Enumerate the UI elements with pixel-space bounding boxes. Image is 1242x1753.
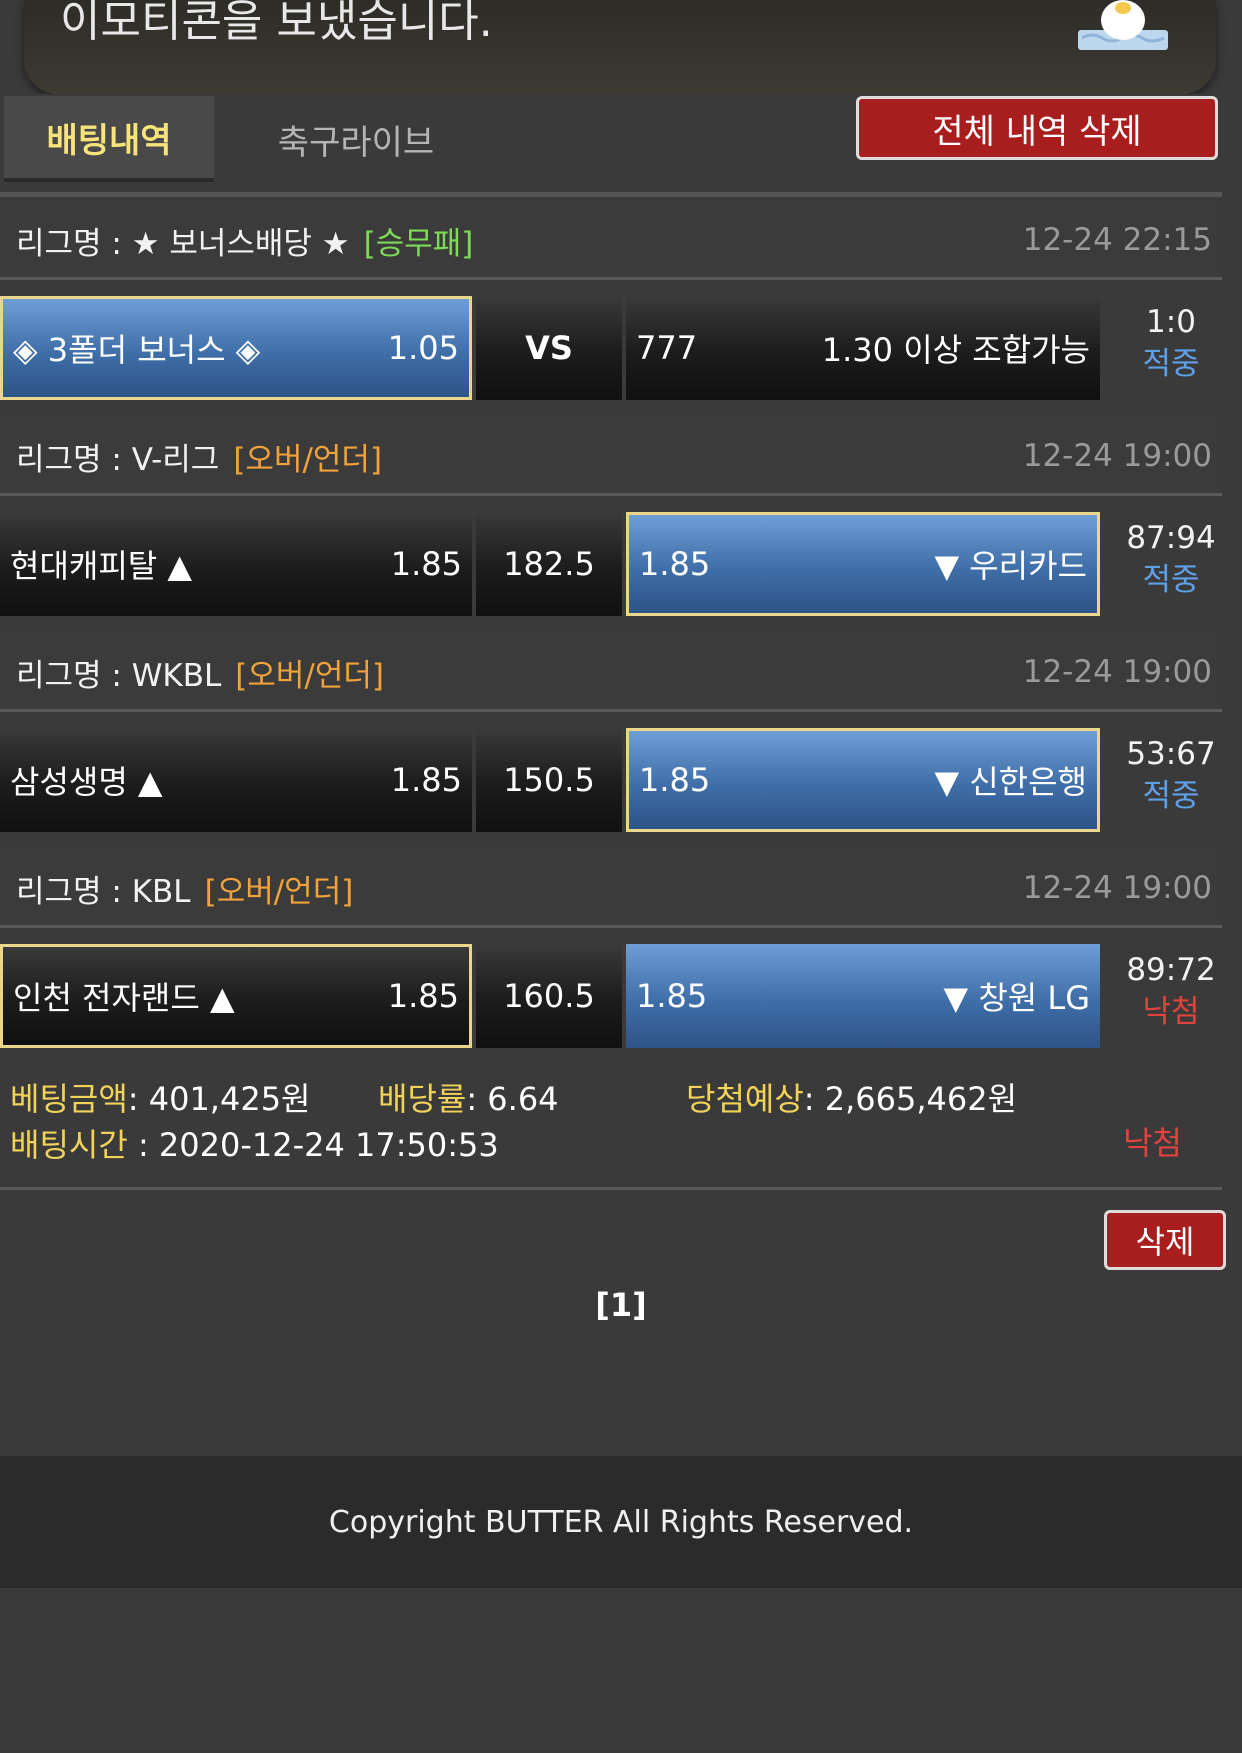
league-name: 리그명 : WKBL	[16, 657, 222, 694]
league-name: 리그명 : ★ 보너스배당 ★	[16, 225, 350, 262]
bet-result-status: 낙첨	[1123, 1124, 1182, 1162]
duck-sticker-icon	[1078, 0, 1168, 50]
bet-type-label: [오버/언더]	[233, 441, 383, 478]
match-time: 12-24 22:15	[1022, 222, 1212, 258]
home-selection[interactable]: ◈ 3폴더 보너스 ◈ 1.05	[0, 296, 472, 400]
home-odds: 1.05	[387, 329, 459, 367]
tab-soccer-live[interactable]: 축구라이브	[216, 96, 496, 182]
expected-win: 당첨예상: 2,665,462원	[686, 1074, 1017, 1120]
away-odds: 777	[636, 329, 698, 367]
home-odds: 1.85	[390, 761, 462, 799]
bet-time-label: 배팅시간	[10, 1126, 128, 1164]
expected-win-value: : 2,665,462원	[803, 1080, 1018, 1118]
match-row: 삼성생명 ▲ 1.85 150.5 1.85 ▼ 신한은행 53:67 적중	[0, 728, 1242, 832]
odds-rate-label: 배당률	[378, 1080, 467, 1118]
away-selection[interactable]: 1.85 ▼ 창원 LG	[626, 944, 1100, 1048]
home-team: 현대캐피탈 ▲	[10, 547, 192, 585]
odds-rate: 배당률: 6.64	[378, 1074, 559, 1120]
away-odds: 1.85	[636, 977, 708, 1015]
bet-summary: 베팅금액: 401,425원 배당률: 6.64 당첨예상: 2,665,462…	[0, 1054, 1222, 1190]
divider	[0, 192, 1222, 197]
bet-time: 배팅시간 : 2020-12-24 17:50:53	[10, 1120, 499, 1166]
result-status: 적중	[1142, 778, 1200, 814]
league-name: 리그명 : KBL	[16, 873, 191, 910]
home-selection[interactable]: 현대캐피탈 ▲ 1.85	[0, 512, 472, 616]
home-odds: 1.85	[390, 545, 462, 583]
odds-rate-value: : 6.64	[466, 1080, 559, 1118]
score: 53:67	[1126, 736, 1216, 772]
bet-type-label: [승무패]	[363, 225, 474, 262]
bet-amount-value: : 401,425원	[127, 1080, 311, 1118]
pagination[interactable]: [1]	[0, 1286, 1242, 1324]
handicap-value: 182.5	[476, 512, 622, 616]
score: 1:0	[1146, 304, 1196, 340]
match-result: 89:72 낙첨	[1100, 944, 1242, 1048]
vs-label: VS	[476, 296, 622, 400]
match-result: 1:0 적중	[1100, 296, 1242, 400]
match-result: 53:67 적중	[1100, 728, 1242, 832]
bet-time-value: : 2020-12-24 17:50:53	[127, 1126, 499, 1164]
bet-type-label: [오버/언더]	[235, 657, 384, 694]
home-odds: 1.85	[387, 977, 459, 1015]
tab-betting-history[interactable]: 배팅내역	[4, 96, 214, 182]
footer-copyright: Copyright BUTTER All Rights Reserved.	[0, 1456, 1242, 1588]
notification-text: 이모티콘을 보냈습니다.	[60, 0, 493, 47]
delete-button[interactable]: 삭제	[1104, 1210, 1226, 1270]
league-header: 리그명 : V-리그 [오버/언더] 12-24 19:00	[0, 416, 1222, 496]
handicap-value: 160.5	[476, 944, 622, 1048]
away-team: 1.30 이상 조합가능	[821, 331, 1090, 369]
delete-all-history-button[interactable]: 전체 내역 삭제	[856, 96, 1218, 160]
league-header: 리그명 : KBL [오버/언더] 12-24 19:00	[0, 848, 1222, 928]
away-odds: 1.85	[639, 761, 711, 799]
away-odds: 1.85	[639, 545, 711, 583]
league-header: 리그명 : WKBL [오버/언더] 12-24 19:00	[0, 632, 1222, 712]
bet-amount: 베팅금액: 401,425원	[10, 1074, 311, 1120]
match-result: 87:94 적중	[1100, 512, 1242, 616]
match-row: 인천 전자랜드 ▲ 1.85 160.5 1.85 ▼ 창원 LG 89:72 …	[0, 944, 1242, 1048]
away-selection[interactable]: 777 1.30 이상 조합가능	[626, 296, 1100, 400]
bet-amount-label: 베팅금액	[10, 1080, 128, 1118]
handicap-value: 150.5	[476, 728, 622, 832]
home-selection[interactable]: 인천 전자랜드 ▲ 1.85	[0, 944, 472, 1048]
match-row: 현대캐피탈 ▲ 1.85 182.5 1.85 ▼ 우리카드 87:94 적중	[0, 512, 1242, 616]
away-team: ▼ 신한은행	[934, 763, 1087, 801]
result-status: 적중	[1142, 562, 1200, 598]
bet-type-label: [오버/언더]	[204, 873, 354, 910]
away-selection[interactable]: 1.85 ▼ 신한은행	[626, 728, 1100, 832]
result-status: 적중	[1142, 346, 1200, 382]
league-name: 리그명 : V-리그	[16, 441, 220, 478]
expected-win-label: 당첨예상	[686, 1080, 804, 1118]
notification-toast[interactable]: 이모티콘을 보냈습니다.	[24, 0, 1216, 94]
away-selection[interactable]: 1.85 ▼ 우리카드	[626, 512, 1100, 616]
score: 89:72	[1126, 952, 1216, 988]
home-team: 인천 전자랜드 ▲	[13, 979, 235, 1017]
home-selection[interactable]: 삼성생명 ▲ 1.85	[0, 728, 472, 832]
league-header: 리그명 : ★ 보너스배당 ★ [승무패] 12-24 22:15	[0, 200, 1222, 280]
home-team: 삼성생명 ▲	[10, 763, 163, 801]
match-time: 12-24 19:00	[1022, 438, 1212, 474]
home-team: ◈ 3폴더 보너스 ◈	[13, 331, 261, 369]
match-time: 12-24 19:00	[1022, 870, 1212, 906]
result-status: 낙첨	[1142, 994, 1200, 1030]
away-team: ▼ 우리카드	[934, 547, 1087, 585]
match-time: 12-24 19:00	[1022, 654, 1212, 690]
score: 87:94	[1126, 520, 1216, 556]
match-row: ◈ 3폴더 보너스 ◈ 1.05 VS 777 1.30 이상 조합가능 1:0…	[0, 296, 1242, 400]
away-team: ▼ 창원 LG	[943, 979, 1090, 1017]
